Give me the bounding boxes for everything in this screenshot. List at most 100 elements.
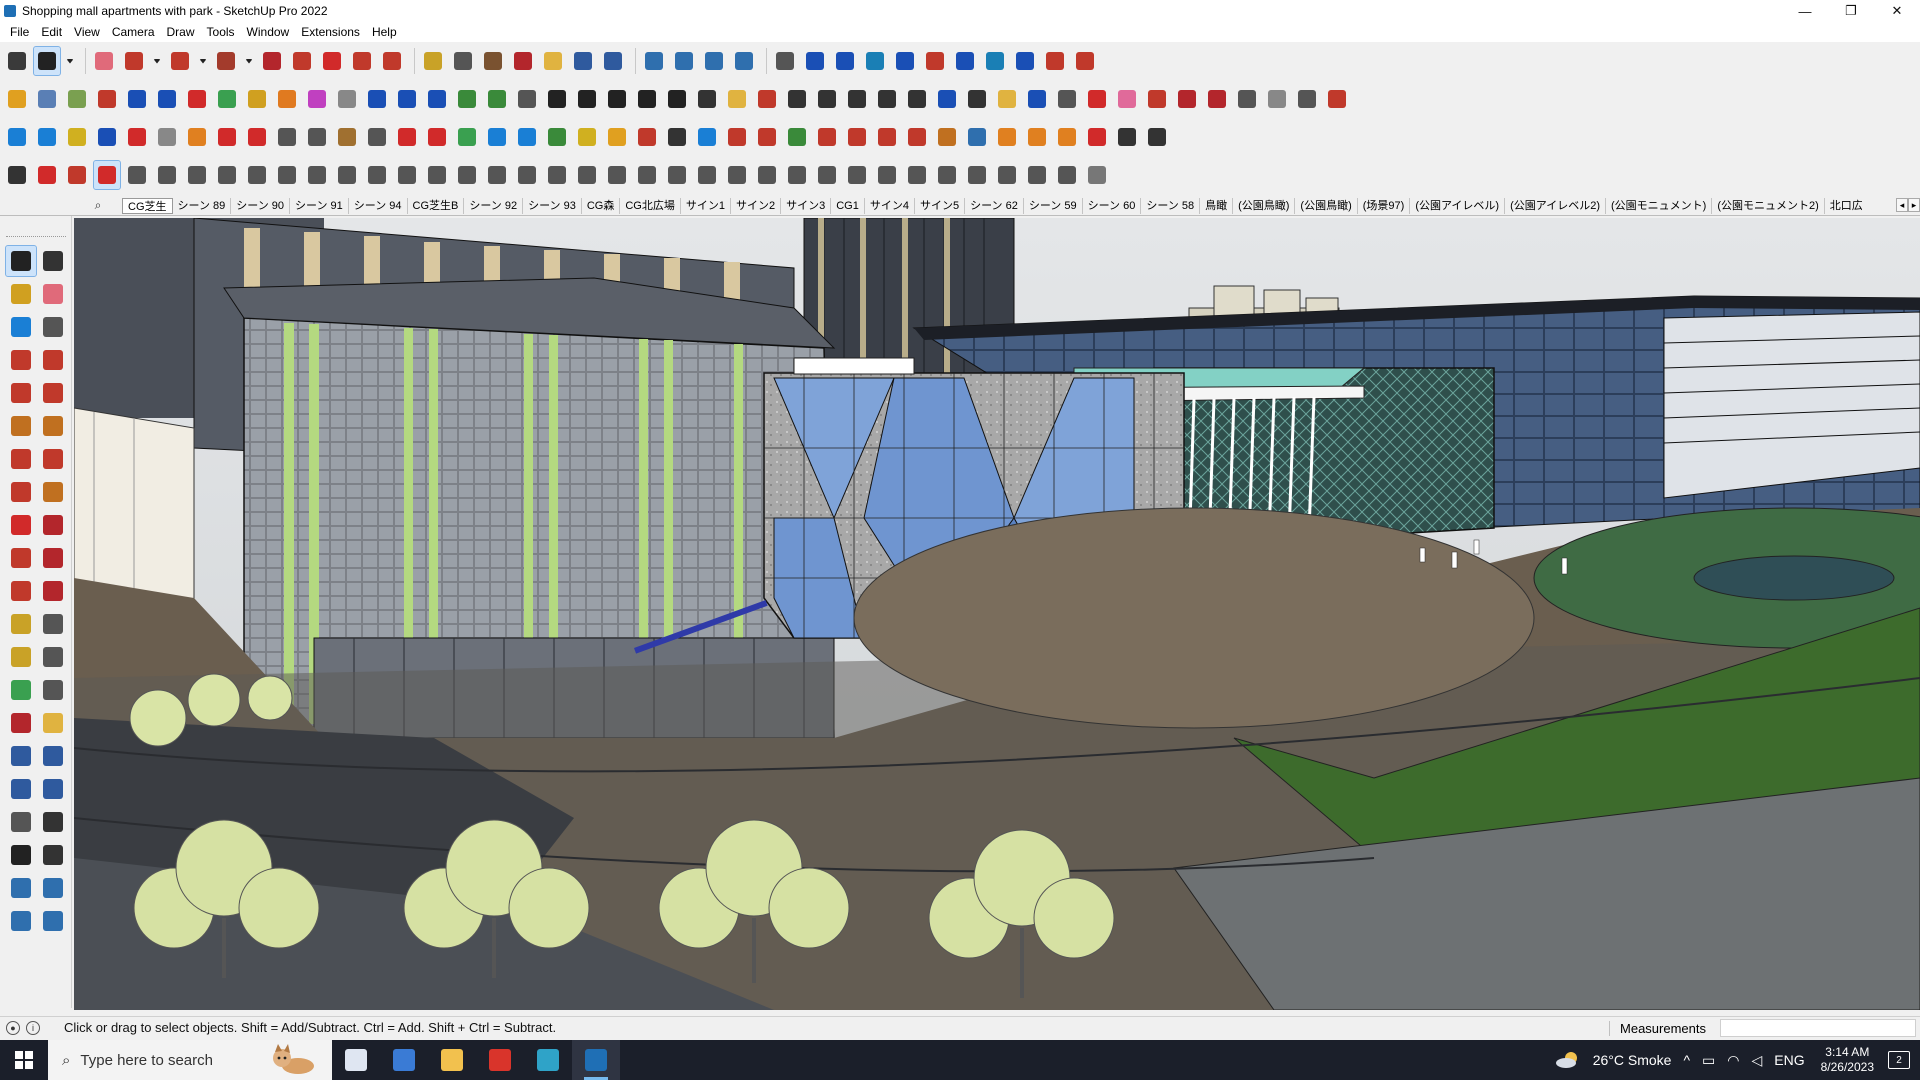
position-camera-icon[interactable]: [6, 807, 36, 837]
line-join-icon[interactable]: [334, 161, 360, 189]
scene-tab[interactable]: シーン 91: [290, 197, 349, 214]
house-outline-icon[interactable]: [574, 85, 600, 113]
grid-orange-icon[interactable]: [994, 123, 1020, 151]
close-button[interactable]: ✕: [1874, 0, 1920, 22]
corner-icon[interactable]: [274, 161, 300, 189]
grid-icon[interactable]: [1174, 85, 1200, 113]
plane-blue-icon[interactable]: [4, 123, 30, 151]
cube-icon[interactable]: [4, 85, 30, 113]
offset-icon[interactable]: [38, 576, 68, 606]
arc-icon[interactable]: [934, 85, 960, 113]
branch2-icon[interactable]: [694, 161, 720, 189]
circle-icon[interactable]: [814, 85, 840, 113]
section-icon[interactable]: [982, 47, 1008, 75]
ruby-icon[interactable]: [93, 160, 121, 190]
layers-icon[interactable]: [6, 906, 36, 936]
extension-warehouse-icon[interactable]: [671, 47, 697, 75]
push-pull-icon[interactable]: [259, 47, 285, 75]
scene-tab[interactable]: (公園鳥瞰): [1233, 197, 1296, 214]
clock[interactable]: 3:14 AM 8/26/2023: [1821, 1045, 1874, 1075]
shop-icon[interactable]: [664, 85, 690, 113]
plane-icon[interactable]: [1324, 85, 1350, 113]
start-button[interactable]: [0, 1040, 48, 1080]
rotated-rectangle-icon[interactable]: [38, 378, 68, 408]
scene-prev-icon[interactable]: ◂: [1896, 198, 1908, 212]
paint-bucket-icon[interactable]: [6, 279, 36, 309]
circle-icon[interactable]: [6, 411, 36, 441]
stop-icon[interactable]: [214, 123, 240, 151]
protractor-icon[interactable]: [6, 642, 36, 672]
acrobat-icon[interactable]: [476, 1040, 524, 1080]
corner2-icon[interactable]: [304, 161, 330, 189]
ellipse-icon[interactable]: [874, 85, 900, 113]
scale-icon[interactable]: [379, 47, 405, 75]
redo-icon[interactable]: [1042, 47, 1068, 75]
scene-tab[interactable]: サイン1: [681, 197, 731, 214]
push-pull-icon[interactable]: [38, 510, 68, 540]
scene-tab[interactable]: シーン 62: [965, 197, 1024, 214]
brush-icon[interactable]: [964, 161, 990, 189]
weather-text[interactable]: 26°C Smoke: [1593, 1052, 1672, 1068]
orbit-icon[interactable]: [510, 47, 536, 75]
axes-icon[interactable]: [6, 675, 36, 705]
curve-red-icon[interactable]: [34, 161, 60, 189]
scene-tab[interactable]: CG1: [831, 197, 865, 214]
rotate-icon[interactable]: [6, 543, 36, 573]
stairs-icon[interactable]: [124, 123, 150, 151]
sketchup-icon[interactable]: [572, 1040, 620, 1080]
mitten-icon[interactable]: [1264, 85, 1290, 113]
menu-draw[interactable]: Draw: [161, 25, 201, 39]
scene-tab[interactable]: (公園モニュメント2): [1712, 197, 1825, 214]
grid-orange2-icon[interactable]: [1024, 123, 1050, 151]
orbit-tool-icon[interactable]: [6, 708, 36, 738]
scene-tab[interactable]: シーン 94: [349, 197, 408, 214]
layers-icon[interactable]: [701, 47, 727, 75]
menu-extensions[interactable]: Extensions: [295, 25, 366, 39]
eraser-pink-icon[interactable]: [1114, 85, 1140, 113]
paint-bucket-icon[interactable]: [480, 47, 506, 75]
flower-icon[interactable]: [934, 123, 960, 151]
scene-tab[interactable]: (公園モニュメント): [1606, 197, 1713, 214]
panel-icon[interactable]: [1294, 85, 1320, 113]
warehouse-icon[interactable]: [641, 47, 667, 75]
menu-file[interactable]: File: [4, 25, 35, 39]
account-icon[interactable]: [772, 47, 798, 75]
zoom-icon[interactable]: [570, 47, 596, 75]
scale-icon[interactable]: [6, 576, 36, 606]
box-green-icon[interactable]: [454, 85, 480, 113]
chat-icon[interactable]: [724, 85, 750, 113]
undo-icon[interactable]: [1012, 47, 1038, 75]
garage-icon[interactable]: [604, 85, 630, 113]
scene-tab[interactable]: シーン 93: [523, 197, 582, 214]
pen-icon[interactable]: [754, 85, 780, 113]
sandbox-icon[interactable]: [38, 906, 68, 936]
wall-blue-icon[interactable]: [424, 85, 450, 113]
tray-expand-icon[interactable]: ^: [1683, 1052, 1690, 1068]
arch-icon[interactable]: [394, 161, 420, 189]
sandbox-icon[interactable]: [731, 47, 757, 75]
search-icon[interactable]: [4, 47, 30, 75]
line-red-icon[interactable]: [1084, 85, 1110, 113]
warning-icon[interactable]: [574, 123, 600, 151]
extrude-f-icon[interactable]: [304, 85, 330, 113]
measurements-input[interactable]: [1720, 1019, 1916, 1037]
extrude-icon[interactable]: [94, 85, 120, 113]
arc-icon[interactable]: [6, 444, 36, 474]
bracket-icon[interactable]: [274, 123, 300, 151]
polygon-icon[interactable]: [38, 411, 68, 441]
pie-icon[interactable]: [38, 477, 68, 507]
qr-icon[interactable]: [1144, 123, 1170, 151]
slash-icon[interactable]: [634, 161, 660, 189]
plane-blue2-icon[interactable]: [34, 123, 60, 151]
tag-icon[interactable]: [904, 123, 930, 151]
volume-icon[interactable]: ◁: [1751, 1052, 1762, 1069]
fan-icon[interactable]: [574, 161, 600, 189]
flask-icon[interactable]: [514, 123, 540, 151]
extrude-v-icon[interactable]: [214, 85, 240, 113]
paint-icon[interactable]: [832, 47, 858, 75]
extrude-blue-icon[interactable]: [124, 85, 150, 113]
eraser-icon[interactable]: [91, 47, 117, 75]
freehand-icon[interactable]: [38, 345, 68, 375]
spiral-icon[interactable]: [184, 123, 210, 151]
component-icon[interactable]: [802, 47, 828, 75]
